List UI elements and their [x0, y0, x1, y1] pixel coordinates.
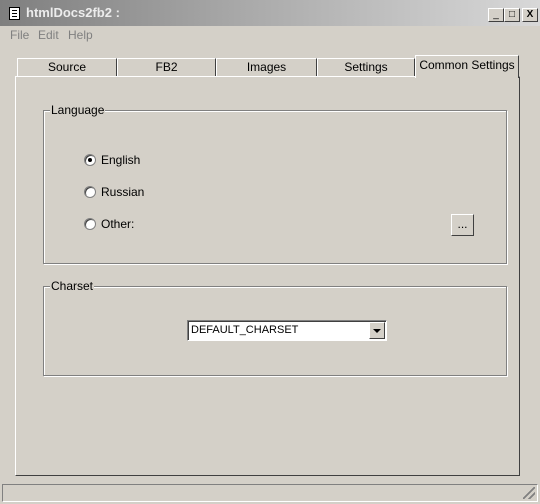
- minimize-button[interactable]: _: [488, 8, 504, 22]
- close-icon: X: [526, 9, 534, 20]
- radio-russian-button[interactable]: [84, 186, 96, 198]
- chevron-down-icon[interactable]: [369, 322, 385, 339]
- radio-other-label: Other:: [101, 217, 135, 231]
- minimize-icon: _: [493, 9, 499, 20]
- tab-settings[interactable]: Settings: [317, 58, 415, 76]
- maximize-button[interactable]: □: [504, 8, 520, 22]
- radio-other-button[interactable]: [84, 218, 96, 230]
- tab-common-settings[interactable]: Common Settings: [415, 55, 519, 78]
- menu-edit[interactable]: Edit: [38, 28, 59, 42]
- radio-russian[interactable]: Russian: [84, 184, 144, 200]
- window-title: htmlDocs2fb2 :: [26, 5, 120, 20]
- radio-english-label: English: [101, 153, 141, 167]
- charset-group-label: Charset: [50, 279, 95, 293]
- status-bar: [2, 484, 538, 502]
- radio-other[interactable]: Other:: [84, 216, 134, 232]
- radio-russian-label: Russian: [101, 185, 145, 199]
- tab-images[interactable]: Images: [216, 58, 317, 76]
- tab-fb2[interactable]: FB2: [117, 58, 216, 76]
- charset-select[interactable]: DEFAULT_CHARSET: [187, 320, 387, 341]
- menu-bar: File Edit Help: [0, 26, 540, 44]
- close-button[interactable]: X: [522, 8, 538, 22]
- title-bar: htmlDocs2fb2 : _ □ X: [0, 0, 540, 26]
- charset-select-value: DEFAULT_CHARSET: [191, 324, 299, 336]
- language-group-label: Language: [50, 103, 106, 117]
- tab-source[interactable]: Source: [17, 58, 117, 76]
- resize-grip-icon[interactable]: [523, 487, 535, 499]
- maximize-icon: □: [508, 9, 516, 20]
- app-document-icon[interactable]: [9, 7, 20, 20]
- menu-file[interactable]: File: [10, 28, 29, 42]
- menu-help[interactable]: Help: [68, 28, 93, 42]
- radio-english-button[interactable]: [84, 154, 96, 166]
- browse-button[interactable]: ...: [451, 214, 474, 236]
- radio-english[interactable]: English: [84, 152, 140, 168]
